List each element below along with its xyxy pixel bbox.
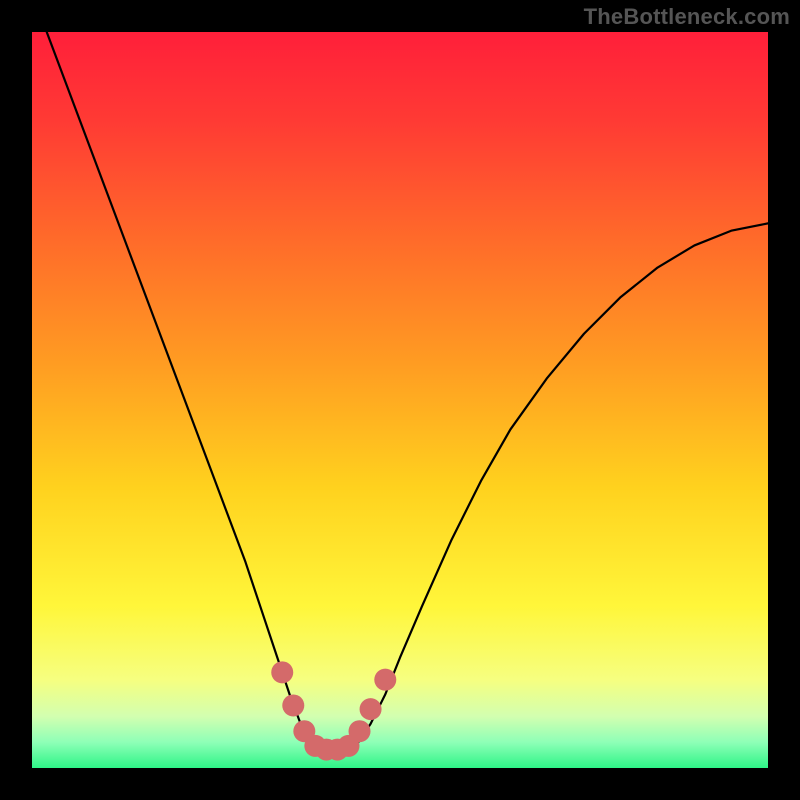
- marker-dot: [374, 669, 396, 691]
- marker-dot: [349, 720, 371, 742]
- marker-dot: [282, 694, 304, 716]
- chart-container: TheBottleneck.com: [0, 0, 800, 800]
- marker-dot: [360, 698, 382, 720]
- watermark-text: TheBottleneck.com: [584, 4, 790, 30]
- bottleneck-chart: [32, 32, 768, 768]
- marker-dot: [271, 661, 293, 683]
